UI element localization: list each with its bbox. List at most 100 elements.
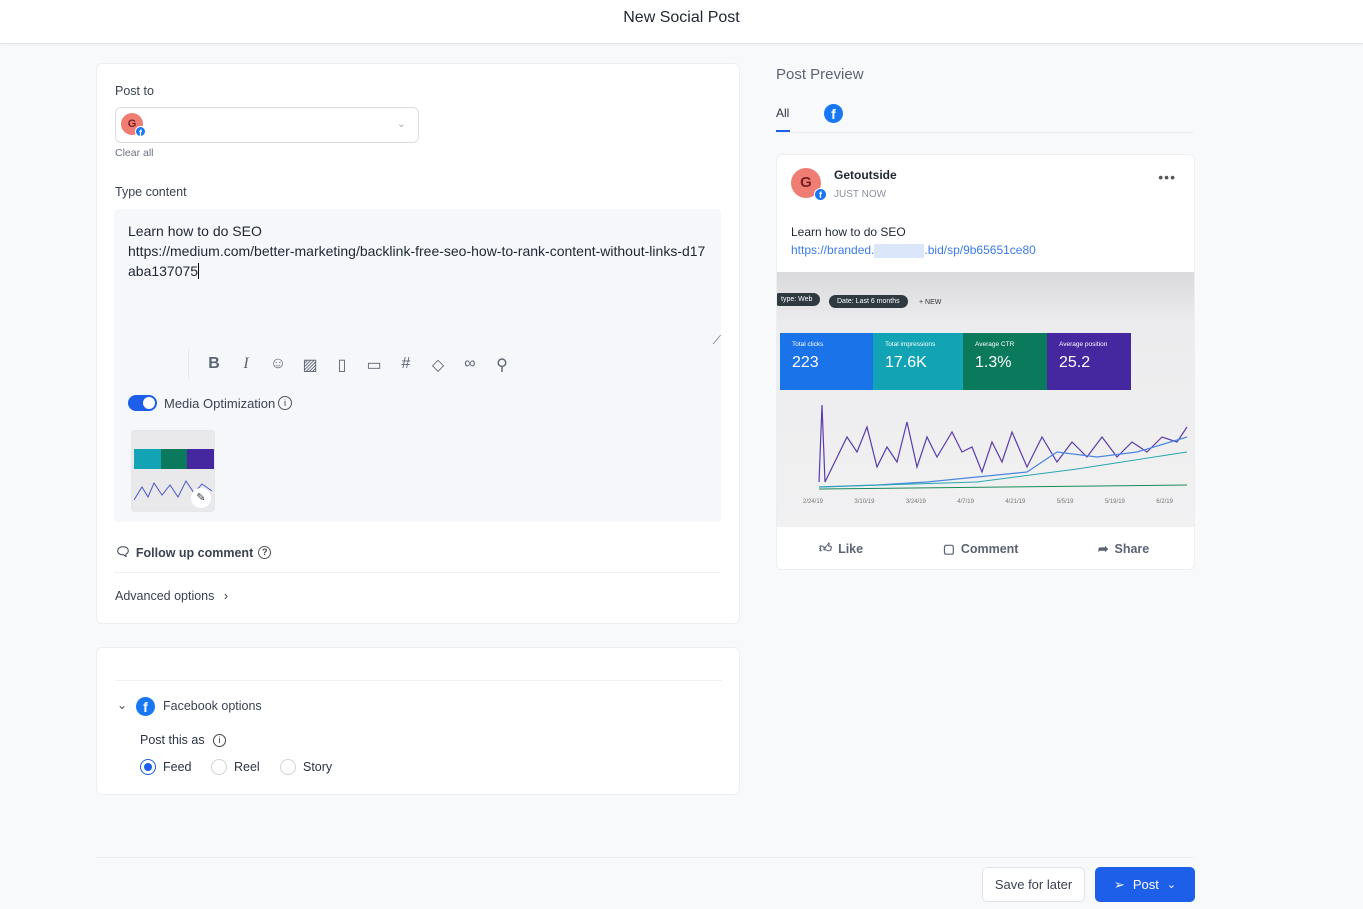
resize-handle-icon[interactable]: ⟋ xyxy=(713,333,721,348)
type-content-label: Type content xyxy=(115,185,187,199)
comment-icon: 🗨 xyxy=(115,545,131,559)
send-icon: ➢ xyxy=(1113,876,1125,892)
more-options-icon[interactable]: ••• xyxy=(1158,169,1176,185)
text-cursor xyxy=(198,263,200,279)
thumbs-up-icon: 👍︎ xyxy=(819,541,833,555)
divider xyxy=(114,572,721,573)
content-line: https://medium.com/better-marketing/back… xyxy=(128,243,706,279)
save-for-later-button[interactable]: Save for later xyxy=(982,867,1085,902)
image-icon[interactable]: ▨ xyxy=(300,355,320,375)
date-label: 2/24/19 xyxy=(803,499,824,505)
link-icon[interactable]: ∞ xyxy=(460,355,480,375)
radio-story[interactable] xyxy=(280,759,296,775)
date-label: 4/21/19 xyxy=(1005,499,1026,505)
file-icon[interactable]: ▯ xyxy=(332,355,352,375)
radio-feed-label: Feed xyxy=(163,760,192,774)
like-label: Like xyxy=(838,541,864,556)
hashtag-icon[interactable]: # xyxy=(396,355,416,375)
video-icon[interactable]: ▭ xyxy=(364,355,384,375)
link-suffix: .bid/sp/9b65651ce80 xyxy=(924,243,1036,257)
radio-reel[interactable] xyxy=(211,759,227,775)
share-icon: ➦ xyxy=(1098,542,1109,556)
facebook-icon: f xyxy=(814,188,827,201)
follow-up-comment-label: Follow up comment xyxy=(135,545,254,560)
post-to-label: Post to xyxy=(115,84,154,98)
date-label: 5/5/19 xyxy=(1056,499,1074,505)
divider xyxy=(115,680,722,681)
collapse-chevron-icon[interactable]: ⌄ xyxy=(117,698,127,712)
comment-button[interactable]: ▢ Comment xyxy=(943,541,1019,557)
page-title: New Social Post xyxy=(623,9,740,26)
metric-value: 223 xyxy=(792,354,819,371)
redacted-block xyxy=(874,243,925,258)
post-preview-card: G f Getoutside JUST NOW ••• Learn how to… xyxy=(776,154,1195,570)
facebook-options-card: ⌄ f Facebook options Post this as i Feed… xyxy=(96,647,740,795)
radio-story-label: Story xyxy=(303,760,333,774)
metric-tile: Total impressions 17.6K xyxy=(873,333,963,390)
tag-icon[interactable]: ◇ xyxy=(428,355,448,375)
image-chip: + NEW xyxy=(919,299,942,306)
media-optimization-toggle[interactable] xyxy=(128,395,157,411)
media-thumbnail[interactable]: ✎ xyxy=(131,430,215,512)
content-line: Learn how to do SEO xyxy=(128,223,262,239)
divider xyxy=(96,857,1195,858)
facebook-icon: f xyxy=(136,697,155,716)
preview-link[interactable]: https://branded. .bid/sp/9b65651ce80 xyxy=(791,243,1036,258)
radio-feed[interactable] xyxy=(140,759,156,775)
follow-up-comment[interactable]: 🗨 Follow up comment ? xyxy=(115,545,272,560)
metric-label: Total clicks xyxy=(792,341,824,348)
metric-tile: Average position 25.2 xyxy=(1047,333,1131,390)
image-chip: Date: Last 6 months xyxy=(829,295,908,308)
comment-label: Comment xyxy=(960,541,1019,556)
chevron-down-icon[interactable]: ⌄ xyxy=(1167,878,1176,891)
location-icon[interactable]: ⚲ xyxy=(492,355,512,375)
like-button[interactable]: 👍︎ Like xyxy=(819,541,863,556)
media-optimization-label: Media Optimization xyxy=(164,396,276,411)
metric-tile: Average CTR 1.3% xyxy=(963,333,1047,390)
post-time: JUST NOW xyxy=(834,189,887,200)
metric-tile: Total clicks 223 xyxy=(780,333,873,390)
date-label: 5/19/19 xyxy=(1104,499,1125,505)
tab-all[interactable]: All xyxy=(776,106,789,120)
divider xyxy=(188,349,189,379)
facebook-icon: f xyxy=(135,126,146,138)
share-button[interactable]: ➦ Share xyxy=(1098,541,1150,557)
advanced-options-label: Advanced options xyxy=(115,589,215,603)
help-icon[interactable]: ? xyxy=(258,546,272,559)
image-line-chart xyxy=(818,404,1188,490)
radio-reel-label: Reel xyxy=(234,760,260,774)
info-icon[interactable]: i xyxy=(213,734,226,747)
info-icon[interactable]: i xyxy=(278,396,292,410)
preview-text: Learn how to do SEO xyxy=(791,225,906,239)
content-textarea[interactable]: Learn how to do SEO https://medium.com/b… xyxy=(128,221,708,281)
preview-title: Post Preview xyxy=(776,66,864,83)
metric-label: Average CTR xyxy=(975,341,1015,348)
date-label: 4/7/19 xyxy=(957,499,974,505)
preview-image: type: Web Date: Last 6 months + NEW Tota… xyxy=(777,272,1194,527)
metric-value: 1.3% xyxy=(975,354,1012,371)
metric-label: Total impressions xyxy=(885,341,936,348)
bold-icon[interactable]: B xyxy=(204,355,224,375)
emoji-icon[interactable]: ☺ xyxy=(268,355,288,375)
advanced-options-button[interactable]: Advanced options › xyxy=(115,589,228,603)
link-prefix: https://branded. xyxy=(791,243,875,257)
post-this-as-label: Post this as xyxy=(140,733,205,747)
facebook-options-title: Facebook options xyxy=(163,699,262,713)
metric-value: 25.2 xyxy=(1059,354,1091,371)
date-label: 3/10/19 xyxy=(854,499,875,505)
post-button[interactable]: ➢ Post ⌄ xyxy=(1095,867,1195,902)
chevron-down-icon: ⌄ xyxy=(396,118,406,130)
comment-icon: ▢ xyxy=(943,542,955,556)
account-name: Getoutside xyxy=(834,168,897,182)
tab-facebook-icon[interactable]: f xyxy=(824,104,843,123)
content-editor[interactable]: Learn how to do SEO https://medium.com/b… xyxy=(114,209,721,522)
italic-icon[interactable]: I xyxy=(236,355,256,375)
image-chip: type: Web xyxy=(777,293,821,306)
edit-pencil-icon[interactable]: ✎ xyxy=(191,488,211,508)
share-label: Share xyxy=(1114,541,1150,556)
clear-all-link[interactable]: Clear all xyxy=(115,147,154,159)
top-bar: New Social Post xyxy=(0,0,1363,44)
account-select[interactable]: G f ⌄ xyxy=(115,107,419,143)
metric-label: Average position xyxy=(1059,341,1108,348)
date-label: 3/24/19 xyxy=(905,499,926,505)
